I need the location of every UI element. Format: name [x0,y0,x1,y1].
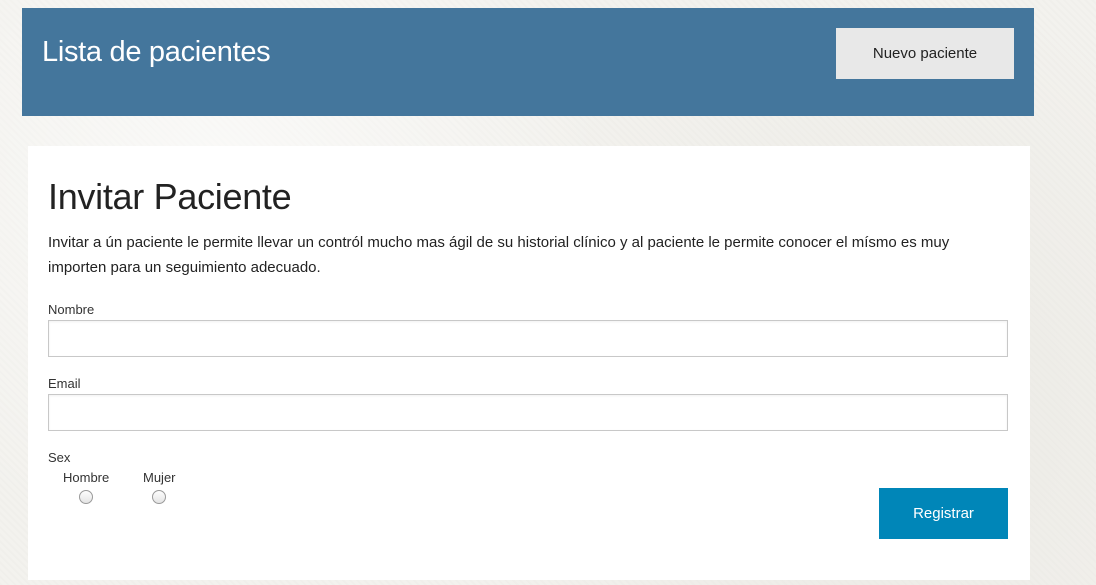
sex-option-hombre[interactable]: Hombre [63,470,109,509]
form-description: Invitar a ún paciente le permite llevar … [48,234,950,276]
email-label: Email [48,376,81,391]
name-input[interactable] [48,320,1008,357]
radio-button-mujer[interactable] [152,490,167,504]
sex-option-label: Hombre [63,470,110,485]
form-title: Invitar Paciente [48,176,292,217]
new-patient-button[interactable]: Nuevo paciente [836,28,1014,79]
name-label: Nombre [48,302,95,317]
register-button[interactable]: Registrar [879,488,1008,539]
sex-option-mujer[interactable]: Mujer [143,470,176,509]
page-title: Lista de pacientes [42,36,271,68]
page-header: Lista de pacientes Nuevo paciente [22,8,1034,116]
radio-button-hombre[interactable] [79,490,94,504]
invite-patient-form: Invitar Paciente Invitar a ún paciente l… [28,146,1030,580]
email-input[interactable] [48,394,1008,431]
sex-label: Sex [48,450,71,465]
sex-option-label: Mujer [143,470,176,485]
